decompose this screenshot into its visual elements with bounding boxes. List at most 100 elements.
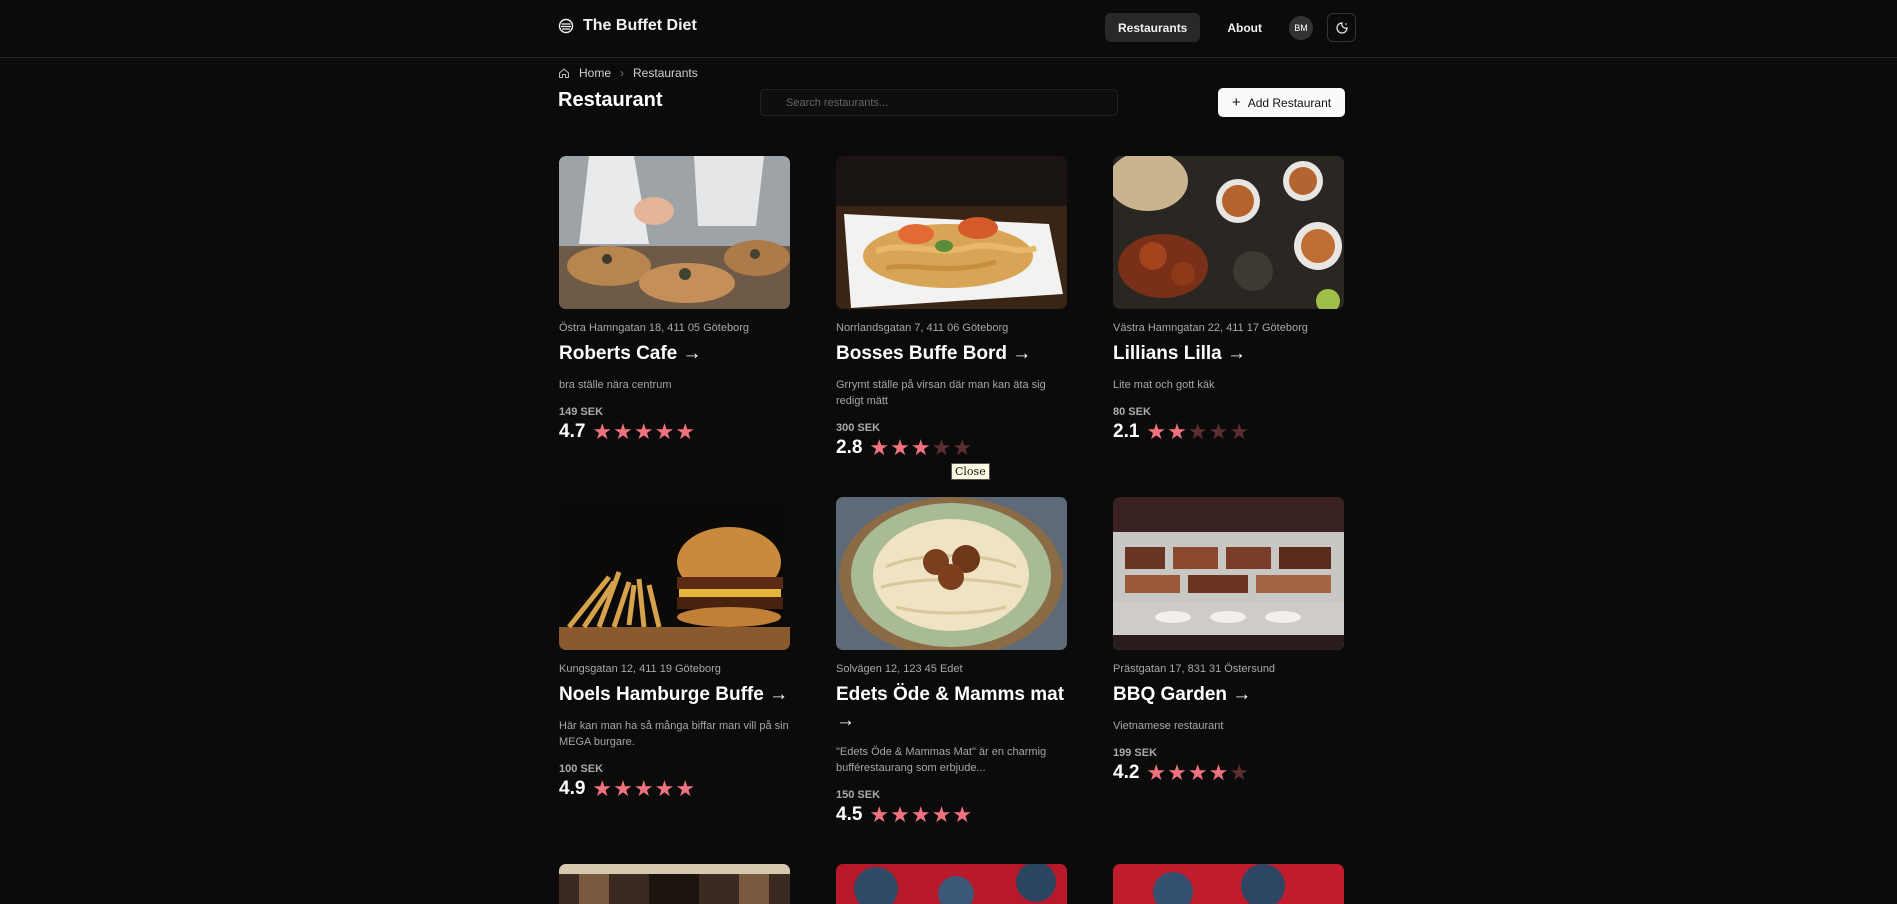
star-rating: ★ ★ ★ ★ ★ [592, 778, 695, 800]
rating-score: 4.7 [559, 421, 586, 442]
breadcrumb: Home › Restaurants [558, 66, 698, 80]
star-icon: ★ [1146, 419, 1167, 444]
restaurant-rating: 4.2 ★ ★ ★ ★ ★ [1113, 761, 1344, 785]
restaurant-address: Solvägen 12, 123 45 Edet [836, 663, 963, 675]
restaurant-address: Västra Hamngatan 22, 411 17 Göteborg [1113, 322, 1308, 334]
star-icon: ★ [910, 435, 931, 460]
star-icon: ★ [931, 802, 952, 827]
restaurant-rating: 4.5 ★ ★ ★ ★ ★ [836, 803, 1067, 827]
restaurant-description: bra ställe nära centrum [559, 379, 672, 391]
star-icon: ★ [1187, 760, 1208, 785]
main-nav: Restaurants About BM [1105, 13, 1357, 42]
star-rating: ★ ★ ★ ★ ★ [1146, 762, 1249, 784]
restaurant-name-link[interactable]: Edets Öde & Mamms mat → [836, 682, 1067, 734]
star-rating: ★ ★ ★ ★ ★ [869, 804, 972, 826]
star-icon: ★ [1229, 419, 1250, 444]
restaurant-description: Här kan man ha så många biffar man vill … [559, 720, 789, 748]
restaurant-name-link[interactable]: Roberts Cafe → [559, 341, 790, 367]
restaurant-address: Norrlandsgatan 7, 411 06 Göteborg [836, 322, 1009, 334]
restaurant-card[interactable]: Prästgatan 17, 831 31 Östersund BBQ Gard… [1113, 497, 1344, 785]
chevron-right-icon: › [620, 66, 625, 80]
restaurant-rating: 2.1 ★ ★ ★ ★ ★ [1113, 420, 1344, 444]
restaurant-name-link[interactable]: Bosses Buffe Bord → [836, 341, 1067, 367]
restaurant-description: Lite mat och gott käk [1113, 379, 1215, 391]
rating-score: 4.5 [836, 804, 863, 825]
restaurant-photo [559, 864, 790, 904]
page-title: Restaurant [558, 89, 663, 111]
search-input[interactable] [760, 89, 1118, 116]
star-icon: ★ [952, 435, 973, 460]
star-icon: ★ [869, 802, 890, 827]
rating-score: 4.9 [559, 778, 586, 799]
restaurant-address: Kungsgatan 12, 411 19 Göteborg [559, 663, 721, 675]
restaurant-card-partial[interactable] [559, 864, 790, 904]
add-restaurant-button[interactable]: + Add Restaurant [1218, 88, 1345, 117]
restaurant-photo [1113, 864, 1344, 904]
home-icon [559, 68, 569, 78]
close-tooltip: Close [951, 463, 990, 480]
star-icon: ★ [952, 802, 973, 827]
star-rating: ★ ★ ★ ★ ★ [1146, 421, 1249, 443]
restaurant-name-link[interactable]: Lillians Lilla → [1113, 341, 1344, 367]
star-icon: ★ [654, 776, 675, 801]
restaurant-card[interactable]: Östra Hamngatan 18, 411 05 Göteborg Robe… [559, 156, 790, 444]
user-avatar[interactable]: BM [1289, 15, 1314, 40]
restaurant-photo [559, 156, 790, 309]
star-icon: ★ [675, 419, 696, 444]
restaurant-price: 150 SEK [836, 789, 881, 801]
brand-logo-link[interactable]: The Buffet Diet [558, 17, 697, 35]
restaurant-card-partial[interactable] [1113, 864, 1344, 904]
rating-score: 2.1 [1113, 421, 1140, 442]
add-restaurant-label: Add Restaurant [1247, 95, 1332, 110]
star-icon: ★ [1229, 760, 1250, 785]
restaurant-description: Grrymt ställe på virsan där man kan äta … [836, 379, 1046, 407]
restaurant-name-link[interactable]: Noels Hamburge Buffe → [559, 682, 790, 708]
star-icon: ★ [654, 419, 675, 444]
star-icon: ★ [633, 776, 654, 801]
star-icon: ★ [910, 802, 931, 827]
nav-about[interactable]: About [1214, 13, 1275, 42]
restaurant-name-link[interactable]: BBQ Garden → [1113, 682, 1344, 708]
star-icon: ★ [613, 776, 633, 801]
star-icon: ★ [613, 419, 633, 444]
rating-score: 4.2 [1113, 762, 1140, 783]
restaurant-address: Östra Hamngatan 18, 411 05 Göteborg [559, 322, 749, 334]
restaurant-card-partial[interactable] [836, 864, 1067, 904]
moon-sun-icon [1335, 21, 1348, 34]
restaurant-description: Vietnamese restaurant [1113, 720, 1224, 732]
restaurant-price: 80 SEK [1113, 406, 1151, 418]
star-icon: ★ [1187, 419, 1208, 444]
star-icon: ★ [1208, 760, 1229, 785]
restaurant-address: Prästgatan 17, 831 31 Östersund [1113, 663, 1276, 675]
star-icon: ★ [1208, 419, 1229, 444]
star-icon: ★ [592, 419, 613, 444]
star-icon: ★ [1167, 419, 1187, 444]
star-rating: ★ ★ ★ ★ ★ [592, 421, 695, 443]
theme-toggle-button[interactable] [1327, 13, 1357, 42]
restaurant-price: 300 SEK [836, 422, 881, 434]
restaurant-price: 100 SEK [559, 763, 604, 775]
star-icon: ★ [1146, 760, 1167, 785]
brand-name: The Buffet Diet [583, 17, 697, 34]
restaurant-card[interactable]: Kungsgatan 12, 411 19 Göteborg Noels Ham… [559, 497, 790, 801]
restaurant-card[interactable]: Norrlandsgatan 7, 411 06 Göteborg Bosses… [836, 156, 1067, 460]
star-icon: ★ [592, 776, 613, 801]
breadcrumb-current: Restaurants [633, 66, 698, 80]
star-icon: ★ [675, 776, 696, 801]
nav-restaurants[interactable]: Restaurants [1105, 13, 1201, 42]
star-icon: ★ [869, 435, 890, 460]
star-icon: ★ [890, 802, 910, 827]
breadcrumb-home[interactable]: Home [579, 66, 611, 80]
restaurant-price: 199 SEK [1113, 747, 1158, 759]
buffet-logo-icon [558, 18, 574, 34]
star-rating: ★ ★ ★ ★ ★ [869, 437, 972, 459]
restaurant-card[interactable]: Solvägen 12, 123 45 Edet Edets Öde & Mam… [836, 497, 1067, 827]
restaurant-rating: 4.9 ★ ★ ★ ★ ★ [559, 777, 790, 801]
restaurant-photo [559, 497, 790, 650]
restaurant-rating: 2.8 ★ ★ ★ ★ ★ [836, 436, 1067, 460]
restaurant-photo [836, 497, 1067, 650]
star-icon: ★ [633, 419, 654, 444]
restaurant-rating: 4.7 ★ ★ ★ ★ ★ [559, 420, 790, 444]
restaurant-price: 149 SEK [559, 406, 604, 418]
restaurant-card[interactable]: Västra Hamngatan 22, 411 17 Göteborg Lil… [1113, 156, 1344, 444]
